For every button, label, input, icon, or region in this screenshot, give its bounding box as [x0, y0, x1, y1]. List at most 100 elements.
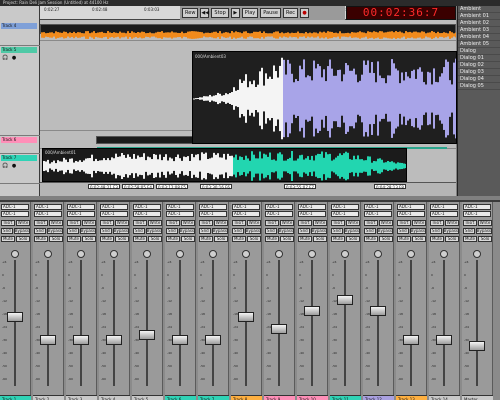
volume-fader[interactable] — [172, 335, 188, 345]
audio-clip[interactable] — [40, 24, 456, 39]
bus-item[interactable]: Dialog — [458, 48, 500, 55]
timeline-ruler[interactable]: 0:02:27 0:02:48 0:03:03 — [40, 6, 180, 20]
track-row[interactable]: Track 4 — [0, 22, 40, 46]
play-button[interactable]: Play — [241, 8, 259, 18]
volume-fader[interactable] — [403, 335, 419, 345]
bus-item[interactable]: Ambient 05 — [458, 41, 500, 48]
volume-fader[interactable] — [106, 335, 122, 345]
strip-button[interactable]: Write — [247, 220, 261, 226]
strip-button[interactable]: Insrt — [463, 220, 477, 226]
strip-button[interactable]: Bypass — [277, 228, 294, 234]
record-icon[interactable]: ● — [300, 8, 310, 18]
strip-button[interactable]: Insrt — [397, 220, 411, 226]
strip-button[interactable]: Write — [412, 220, 426, 226]
marker-bar[interactable]: 0:02:48:21 F3 0:02:58:05 F4 0:03:12:08 F… — [40, 182, 456, 196]
strip-button[interactable]: Bypass — [79, 228, 96, 234]
volume-fader[interactable] — [238, 312, 254, 322]
track-row[interactable]: Track 5 🎧 ● — [0, 46, 40, 136]
marker[interactable]: 0:04:28:13 F8 — [374, 184, 406, 190]
strip-button[interactable]: Solo — [214, 236, 228, 242]
strip-button[interactable]: Solo — [412, 236, 426, 242]
strip-button[interactable]: Solo — [181, 236, 195, 242]
pan-knob[interactable] — [11, 250, 19, 258]
output-select[interactable]: ADC-1 — [430, 211, 458, 217]
strip-button[interactable]: Write — [280, 220, 294, 226]
strip-button[interactable]: Mute — [34, 236, 48, 242]
strip-button[interactable]: Bypass — [310, 228, 327, 234]
pan-knob[interactable] — [143, 250, 151, 258]
strip-button[interactable]: Snd — [397, 228, 409, 234]
strip-button[interactable]: Insrt — [133, 220, 147, 226]
strip-button[interactable]: Mute — [1, 236, 15, 242]
output-select[interactable]: ADC-1 — [397, 211, 425, 217]
strip-button[interactable]: Write — [346, 220, 360, 226]
strip-button[interactable]: Snd — [1, 228, 13, 234]
marker[interactable]: 0:03:30:16 F6 — [200, 184, 232, 190]
strip-button[interactable]: Insrt — [67, 220, 81, 226]
volume-fader[interactable] — [304, 306, 320, 316]
bus-item[interactable]: Dialog 01 — [458, 55, 500, 62]
strip-button[interactable]: Mute — [232, 236, 246, 242]
bus-item[interactable]: Dialog 04 — [458, 76, 500, 83]
volume-fader[interactable] — [271, 324, 287, 334]
strip-button[interactable]: Bypass — [145, 228, 162, 234]
strip-button[interactable]: Insrt — [364, 220, 378, 226]
rewind-button[interactable]: Rew — [182, 8, 199, 18]
input-select[interactable]: ADC-1 — [232, 204, 260, 210]
strip-button[interactable]: Snd — [67, 228, 79, 234]
strip-button[interactable]: Solo — [115, 236, 129, 242]
pan-knob[interactable] — [77, 250, 85, 258]
output-select[interactable]: ADC-1 — [1, 211, 29, 217]
bus-item[interactable]: Dialog 02 — [458, 62, 500, 69]
strip-button[interactable]: Insrt — [232, 220, 246, 226]
strip-button[interactable]: Bypass — [442, 228, 459, 234]
strip-button[interactable]: Bypass — [13, 228, 30, 234]
strip-button[interactable]: Solo — [16, 236, 30, 242]
marker[interactable]: 0:02:58:05 F4 — [122, 184, 154, 190]
track-row[interactable]: Track 7 🎧 ● — [0, 154, 40, 184]
bus-item[interactable]: Dialog 05 — [458, 83, 500, 90]
output-select[interactable]: ADC-1 — [331, 211, 359, 217]
strip-button[interactable]: Solo — [313, 236, 327, 242]
input-select[interactable]: ADC-1 — [133, 204, 161, 210]
strip-button[interactable]: Solo — [478, 236, 492, 242]
strip-button[interactable]: Bypass — [46, 228, 63, 234]
pan-knob[interactable] — [440, 250, 448, 258]
output-select[interactable]: ADC-1 — [133, 211, 161, 217]
volume-fader[interactable] — [469, 341, 485, 351]
strip-button[interactable]: Bypass — [178, 228, 195, 234]
strip-button[interactable]: Mute — [100, 236, 114, 242]
strip-button[interactable]: Insrt — [298, 220, 312, 226]
strip-button[interactable]: Insrt — [331, 220, 345, 226]
pan-knob[interactable] — [308, 250, 316, 258]
volume-fader[interactable] — [139, 330, 155, 340]
strip-button[interactable]: Snd — [430, 228, 442, 234]
input-select[interactable]: ADC-1 — [166, 204, 194, 210]
strip-button[interactable]: Snd — [463, 228, 475, 234]
output-select[interactable]: ADC-1 — [265, 211, 293, 217]
waveform-clip-panel[interactable]: 000/Ambient01 — [42, 148, 407, 182]
strip-button[interactable]: Snd — [100, 228, 112, 234]
stop-button[interactable]: Stop — [211, 8, 229, 18]
strip-button[interactable]: Insrt — [265, 220, 279, 226]
marker[interactable]: 0:03:12:08 F5 — [156, 184, 188, 190]
play-icon[interactable]: ▶ — [230, 8, 240, 18]
output-select[interactable]: ADC-1 — [199, 211, 227, 217]
strip-button[interactable]: Insrt — [1, 220, 15, 226]
strip-button[interactable]: Solo — [346, 236, 360, 242]
strip-button[interactable]: Solo — [148, 236, 162, 242]
bus-item[interactable]: Ambient 01 — [458, 13, 500, 20]
rewind-icon[interactable]: ◀◀ — [200, 8, 210, 18]
strip-button[interactable]: Solo — [280, 236, 294, 242]
strip-button[interactable]: Solo — [82, 236, 96, 242]
record-button[interactable]: Rec — [282, 8, 299, 18]
input-select[interactable]: ADC-1 — [199, 204, 227, 210]
output-select[interactable]: ADC-1 — [67, 211, 95, 217]
output-select[interactable]: ADC-1 — [364, 211, 392, 217]
strip-button[interactable]: Insrt — [34, 220, 48, 226]
track-row[interactable]: Track 6 — [0, 136, 40, 154]
pan-knob[interactable] — [275, 250, 283, 258]
strip-button[interactable]: Mute — [397, 236, 411, 242]
strip-button[interactable]: Bypass — [343, 228, 360, 234]
output-select[interactable]: ADC-1 — [100, 211, 128, 217]
